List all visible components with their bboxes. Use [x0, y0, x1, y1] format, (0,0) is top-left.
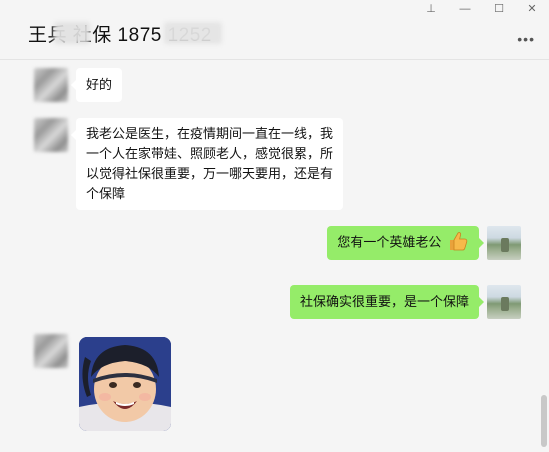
message-bubble-incoming[interactable]: 好的 [70, 68, 123, 102]
minimize-icon[interactable]: — [448, 0, 482, 18]
message-text: 您有一个英雄老公 [337, 234, 442, 250]
more-horizontal-icon[interactable]: ••• [517, 32, 535, 46]
message-text-line: 我老公是医生，在疫情期间一直在一线，我 [86, 126, 334, 141]
contact-avatar[interactable] [34, 334, 68, 368]
message-bubble-outgoing[interactable]: 社保确实很重要，是一个保障 [289, 285, 485, 319]
image-message[interactable] [79, 337, 171, 431]
message-text: 好的 [86, 77, 113, 92]
thumbs-up-icon [447, 230, 469, 252]
close-icon[interactable]: ✕ [515, 0, 549, 18]
message-text-line: 一个人在家带娃、照顾老人，感觉很累，所 [86, 146, 334, 161]
my-avatar[interactable] [487, 285, 521, 319]
baby-photo [79, 337, 171, 431]
message-text: 社保确实很重要，是一个保障 [299, 294, 469, 309]
message-bubble-outgoing[interactable]: 您有一个英雄老公 [327, 226, 484, 260]
contact-avatar[interactable] [34, 68, 68, 102]
message-text-line: 个保障 [86, 186, 126, 201]
pin-icon[interactable]: ⊥ [414, 0, 448, 18]
message-text-line: 以觉得社保很重要，万一哪天要用，还是有 [86, 166, 334, 181]
message-bubble-incoming[interactable]: 我老公是医生，在疫情期间一直在一线，我 一个人在家带娃、照顾老人，感觉很累，所 … [70, 118, 344, 210]
scrollbar[interactable] [541, 395, 547, 447]
maximize-icon[interactable]: ☐ [482, 0, 516, 18]
chat-header: 王兵 社保 1875 1252 ⊥ — ☐ ✕ ••• [0, 0, 549, 60]
my-avatar[interactable] [487, 226, 521, 260]
contact-avatar[interactable] [34, 118, 68, 152]
name-redaction-blur [54, 22, 90, 44]
phone-redaction-blur [164, 22, 222, 44]
